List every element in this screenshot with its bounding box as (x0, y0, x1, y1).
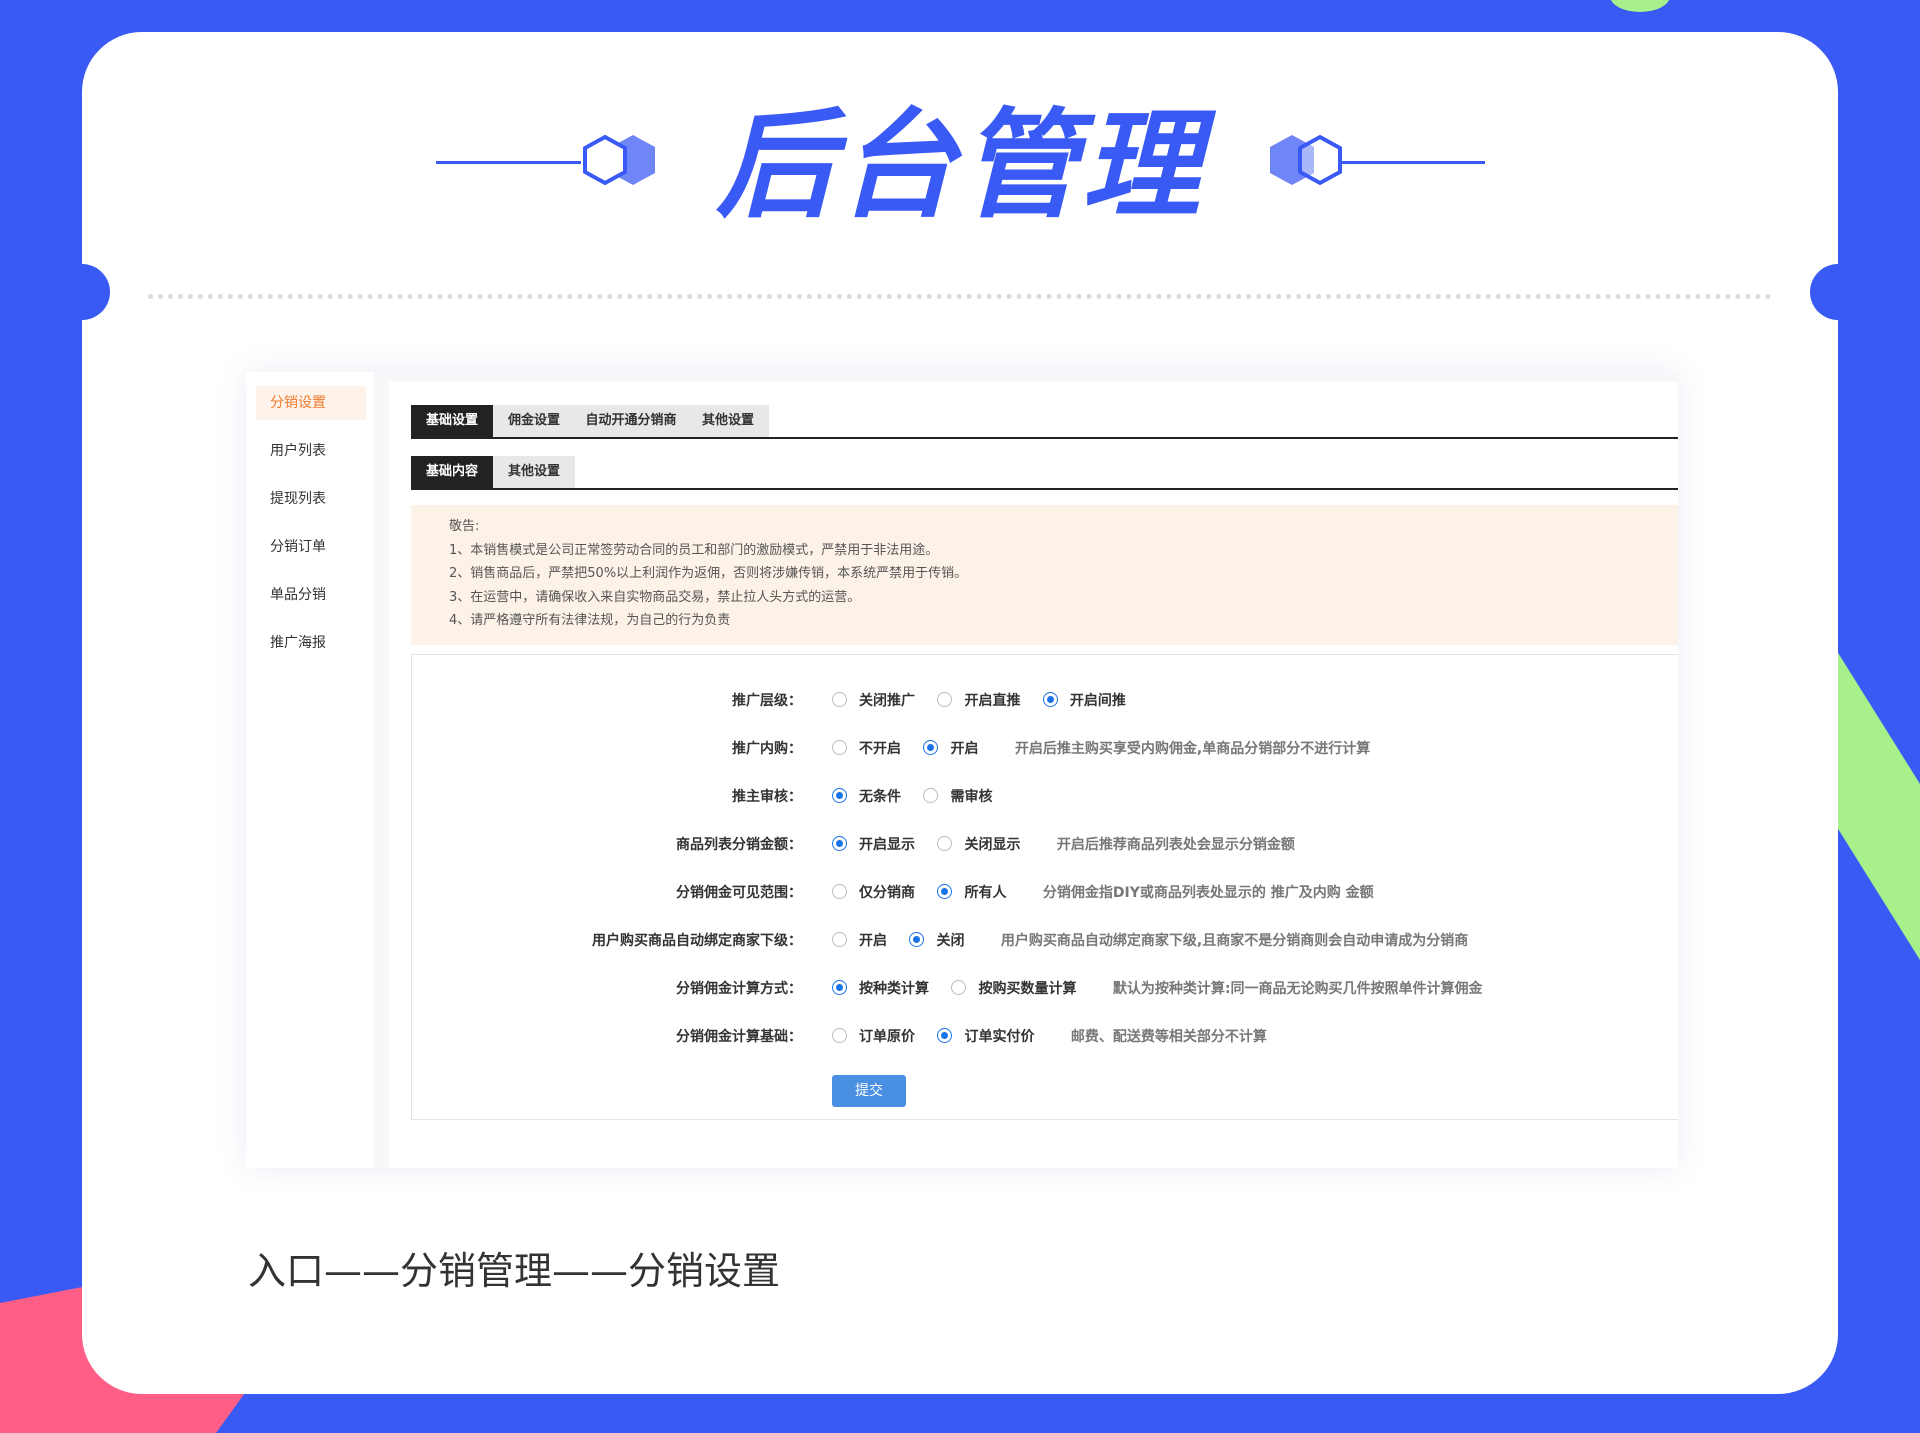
radio-indirect-promo[interactable] (1042, 692, 1058, 707)
decor-blob-top (1610, 0, 1670, 12)
form-row-internal-purchase: 推广内购： 不开启 开启 开启后推主购买享受内购佣金,单商品分销部分不进行计算 (412, 734, 1679, 764)
hero-title: 后台管理 (715, 96, 1204, 234)
field-hint: 分销佣金指DIY或商品列表处显示的 推广及内购 金额 (1042, 885, 1374, 901)
option-label: 按种类计算 (859, 981, 929, 997)
field-label: 推广层级： (732, 693, 802, 709)
entry-caption: 入口——分销管理——分销设置 (248, 1249, 781, 1293)
option-label: 订单原价 (859, 1029, 915, 1045)
radio-disable[interactable] (832, 740, 847, 755)
radio-direct-promo[interactable] (937, 692, 953, 707)
notice-line: 3、在运营中，请确保收入来自实物商品交易，禁止拉人头方式的运营。 (449, 589, 861, 605)
hero-header: 后台管理 (0, 95, 1920, 235)
radio-needs-review[interactable] (923, 788, 939, 803)
form-row-calc-base: 分销佣金计算基础： 订单原价 订单实付价 邮费、配送费等相关部分不计算 (412, 1022, 1679, 1052)
radio-bind-on[interactable] (832, 932, 847, 947)
card-notch-left (54, 264, 110, 320)
form-row-visibility: 分销佣金可见范围： 仅分销商 所有人 分销佣金指DIY或商品列表处显示的 推广及… (412, 878, 1679, 908)
option-label: 开启间推 (1069, 693, 1126, 709)
form-row-calc-method: 分销佣金计算方式： 按种类计算 按购买数量计算 默认为按种类计算:同一商品无论购… (412, 974, 1679, 1004)
field-label: 分销佣金计算方式： (676, 981, 802, 997)
tab-auto-open-distributor[interactable]: 自动开通分销商 (575, 405, 687, 437)
field-label: 推主审核： (732, 789, 802, 805)
hero-line-right (1340, 161, 1485, 164)
sidebar-item-distribution-orders[interactable]: 分销订单 (256, 530, 366, 564)
radio-by-kind[interactable] (832, 980, 847, 995)
form-row-promo-level: 推广层级： 关闭推广 开启直推 开启间推 (412, 686, 1679, 716)
radio-everyone[interactable] (937, 884, 953, 899)
option-label: 不开启 (859, 741, 901, 757)
radio-show[interactable] (832, 836, 847, 851)
radio-distributor-only[interactable] (832, 884, 847, 899)
submit-button[interactable]: 提交 (832, 1075, 906, 1107)
radio-close-promo[interactable] (832, 692, 847, 707)
card-notch-right (1810, 264, 1866, 320)
sidebar-item-single-product[interactable]: 单品分销 (256, 578, 366, 612)
subtab-basic-content[interactable]: 基础内容 (411, 456, 493, 488)
option-label: 无条件 (859, 789, 901, 805)
field-label: 商品列表分销金额： (676, 837, 802, 853)
sidebar-item-withdraw-list[interactable]: 提现列表 (256, 482, 366, 516)
form-row-promoter-review: 推主审核： 无条件 需审核 (412, 782, 1679, 812)
sidebar: 分销设置 用户列表 提现列表 分销订单 单品分销 推广海报 (246, 372, 374, 1168)
option-label: 开启 (950, 741, 979, 757)
field-hint: 用户购买商品自动绑定商家下级,且商家不是分销商则会自动申请成为分销商 (1000, 933, 1469, 949)
field-label: 用户购买商品自动绑定商家下级： (592, 933, 802, 949)
radio-paid-price[interactable] (937, 1028, 953, 1043)
field-label: 分销佣金可见范围： (676, 885, 802, 901)
form-row-list-amount: 商品列表分销金额： 开启显示 关闭显示 开启后推荐商品列表处会显示分销金额 (412, 830, 1679, 860)
option-label: 开启 (859, 933, 887, 949)
option-label: 所有人 (964, 885, 1007, 901)
option-label: 关闭推广 (859, 693, 915, 709)
option-label: 按购买数量计算 (978, 981, 1077, 997)
sidebar-item-promo-poster[interactable]: 推广海报 (256, 626, 366, 660)
tab-other-settings[interactable]: 其他设置 (687, 405, 769, 437)
radio-unconditional[interactable] (832, 788, 847, 803)
secondary-tab-bar: 基础内容 其他设置 (411, 456, 1678, 490)
notice-line: 2、销售商品后，严禁把50%以上利润作为返佣，否则将涉嫌传销，本系统严禁用于传销… (449, 566, 968, 581)
hexagon-pair-icon (583, 134, 655, 186)
notice-title: 敬告: (449, 519, 480, 534)
hexagon-pair-icon (1270, 134, 1342, 186)
field-label: 分销佣金计算基础： (676, 1029, 802, 1045)
option-label: 开启显示 (859, 837, 915, 853)
option-label: 需审核 (950, 789, 993, 805)
content-area: 基础设置 佣金设置 自动开通分销商 其他设置 基础内容 其他设置 敬告: 1、本… (389, 382, 1678, 1168)
primary-tab-bar: 基础设置 佣金设置 自动开通分销商 其他设置 (411, 405, 1678, 439)
notice-line: 4、请严格遵守所有法律法规，为自己的行为负责 (449, 613, 731, 628)
option-label: 关闭 (936, 933, 965, 949)
radio-enable[interactable] (923, 740, 939, 755)
option-label: 仅分销商 (859, 885, 915, 901)
decor-stripe-green (1830, 640, 1920, 960)
sidebar-item-user-list[interactable]: 用户列表 (256, 434, 366, 468)
form-row-auto-bind: 用户购买商品自动绑定商家下级： 开启 关闭 用户购买商品自动绑定商家下级,且商家… (412, 926, 1679, 956)
radio-original-price[interactable] (832, 1028, 847, 1043)
notice-line: 1、本销售模式是公司正常签劳动合同的员工和部门的激励模式，严禁用于非法用途。 (449, 542, 939, 558)
radio-hide[interactable] (937, 836, 953, 851)
settings-form: 推广层级： 关闭推广 开启直推 开启间推 推广内购： 不开启 开启 开启后推主购… (411, 654, 1678, 1120)
warning-notice: 敬告: 1、本销售模式是公司正常签劳动合同的员工和部门的激励模式，严禁用于非法用… (411, 505, 1678, 645)
tab-basic-settings[interactable]: 基础设置 (411, 405, 493, 437)
screenshot-panel: 分销设置 用户列表 提现列表 分销订单 单品分销 推广海报 基础设置 佣金设置 … (246, 372, 1678, 1168)
hero-line-left (436, 161, 581, 164)
dotted-divider (148, 294, 1772, 299)
sidebar-item-distribution-settings[interactable]: 分销设置 (256, 386, 366, 420)
subtab-other-settings[interactable]: 其他设置 (493, 456, 575, 488)
radio-bind-off[interactable] (909, 932, 925, 947)
field-hint: 开启后推荐商品列表处会显示分销金额 (1056, 837, 1295, 853)
field-hint: 开启后推主购买享受内购佣金,单商品分销部分不进行计算 (1014, 741, 1371, 757)
field-hint: 邮费、配送费等相关部分不计算 (1070, 1029, 1267, 1045)
tab-commission-settings[interactable]: 佣金设置 (493, 405, 575, 437)
radio-by-quantity[interactable] (951, 980, 967, 995)
option-label: 开启直推 (964, 693, 1021, 709)
field-label: 推广内购： (732, 741, 802, 757)
option-label: 订单实付价 (964, 1029, 1035, 1045)
option-label: 关闭显示 (964, 837, 1021, 853)
field-hint: 默认为按种类计算:同一商品无论购买几件按照单件计算佣金 (1112, 981, 1483, 997)
